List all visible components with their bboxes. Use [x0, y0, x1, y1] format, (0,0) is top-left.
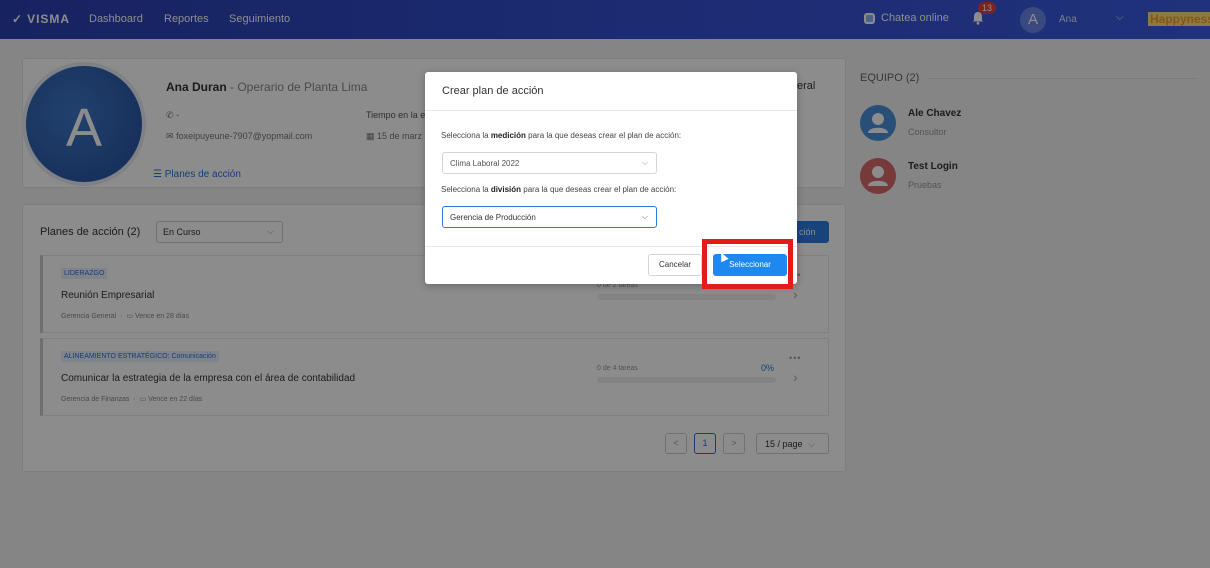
- question-text: para la que deseas crear el plan de acci…: [525, 131, 682, 140]
- cancel-button[interactable]: Cancelar: [648, 254, 702, 276]
- division-select[interactable]: Gerencia de Producción ⌵: [442, 206, 657, 228]
- question-emphasis: medición: [490, 131, 526, 140]
- measurement-value: Clima Laboral 2022: [450, 159, 520, 168]
- division-question: Selecciona la división para la que desea…: [441, 185, 676, 194]
- measurement-question: Selecciona la medición para la que desea…: [441, 131, 681, 140]
- modal-title: Crear plan de acción: [442, 85, 544, 97]
- question-emphasis: división: [490, 185, 522, 194]
- modal-divider: [425, 110, 797, 111]
- measurement-select[interactable]: Clima Laboral 2022 ⌵: [442, 152, 657, 174]
- chevron-down-icon: ⌵: [641, 212, 648, 221]
- question-text: para la que deseas crear el plan de acci…: [521, 185, 677, 194]
- chevron-down-icon: ⌵: [641, 158, 648, 167]
- highlight-box: [702, 239, 793, 289]
- question-text: Selecciona la: [441, 185, 491, 194]
- question-text: Selecciona la: [441, 131, 491, 140]
- division-value: Gerencia de Producción: [450, 213, 536, 222]
